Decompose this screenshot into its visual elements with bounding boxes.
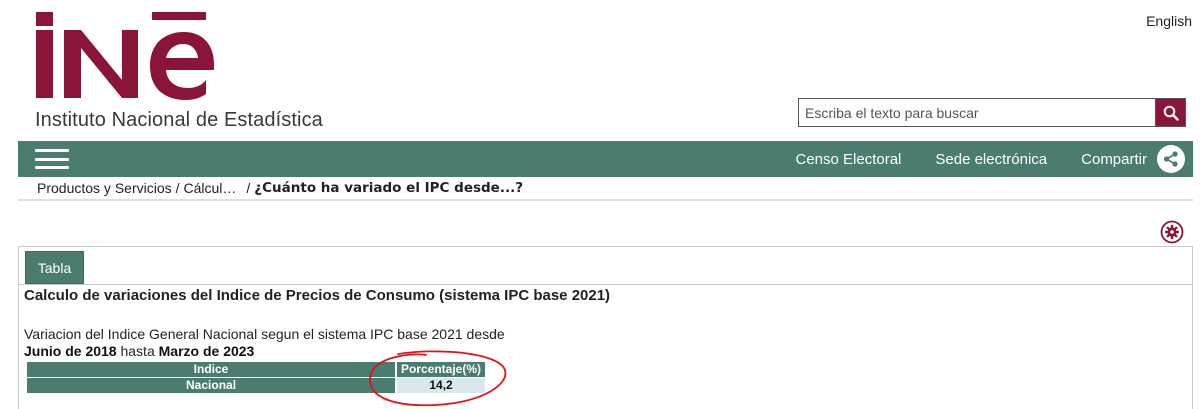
to-date: Marzo de 2023 [158, 343, 255, 359]
nav-sede-electronica[interactable]: Sede electrónica [935, 151, 1047, 168]
share-icon[interactable] [1157, 145, 1185, 173]
description-text: Variacion del Indice General Nacional se… [24, 326, 505, 342]
tab-underline [19, 284, 1192, 285]
results-title: Calculo de variaciones del Indice de Pre… [24, 287, 611, 304]
breadcrumb-current: ¿Cuánto ha variado el IPC desde...? [254, 180, 524, 196]
search-box [798, 98, 1186, 127]
ine-logo[interactable] [34, 12, 234, 102]
main-navbar: Censo Electoral Sede electrónica Compart… [18, 141, 1193, 177]
red-annotation-circle [369, 350, 507, 407]
breadcrumb-calculadoras[interactable]: Cálcul… [184, 180, 237, 196]
hamburger-menu-icon[interactable] [35, 146, 69, 172]
breadcrumb-divider [18, 199, 1193, 201]
language-link-english[interactable]: English [1146, 13, 1192, 29]
header-indice: Indice [27, 362, 396, 377]
breadcrumb-separator: / [175, 180, 180, 196]
from-date: Junio de 2018 [24, 343, 117, 359]
date-connector: hasta [120, 343, 155, 359]
nav-compartir[interactable]: Compartir [1081, 145, 1185, 173]
settings-gear-icon[interactable] [1160, 220, 1184, 244]
search-icon [1163, 105, 1179, 121]
compartir-label: Compartir [1081, 150, 1147, 168]
search-button[interactable] [1155, 99, 1185, 126]
search-input[interactable] [799, 99, 1155, 126]
breadcrumb-productos[interactable]: Productos y Servicios [37, 180, 172, 196]
breadcrumb-separator: / [246, 180, 251, 196]
logo-subtitle: Instituto Nacional de Estadística [35, 109, 323, 131]
tab-tabla[interactable]: Tabla [25, 251, 84, 284]
nav-censo-electoral[interactable]: Censo Electoral [796, 151, 902, 168]
breadcrumb: Productos y Servicios / Cálcul… / ¿Cuánt… [37, 180, 523, 196]
row-label-nacional: Nacional [27, 378, 396, 393]
